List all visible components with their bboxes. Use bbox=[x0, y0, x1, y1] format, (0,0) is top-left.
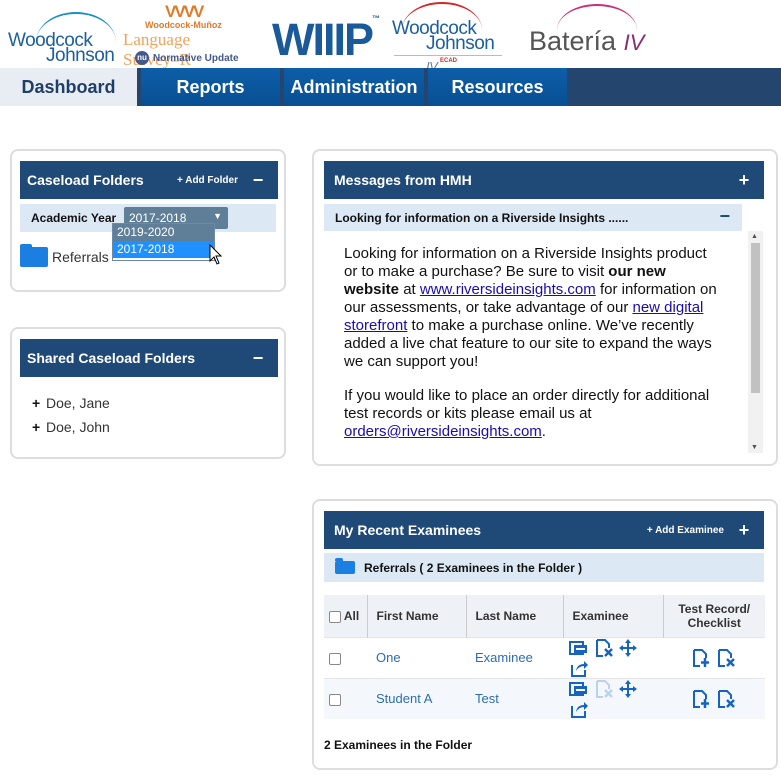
wm-line3: Normative Update bbox=[153, 53, 239, 64]
row-checkbox[interactable] bbox=[329, 652, 341, 665]
first-name-cell[interactable]: Student A bbox=[367, 677, 466, 719]
table-header: All First Name Last Name Examinee Test R… bbox=[324, 595, 765, 637]
delete-examinee-icon[interactable] bbox=[594, 638, 614, 658]
messages-panel: Messages from HMH + Looking for informat… bbox=[312, 149, 778, 466]
record-actions bbox=[663, 677, 765, 719]
expand-button[interactable]: + bbox=[734, 521, 754, 539]
move-examinee-icon[interactable] bbox=[618, 638, 638, 658]
share-examinee-icon[interactable] bbox=[569, 658, 589, 678]
nu-badge-icon: nu bbox=[135, 51, 149, 65]
website-link[interactable]: www.riversideinsights.com bbox=[420, 281, 596, 298]
shared-header: Shared Caseload Folders − bbox=[20, 339, 278, 377]
message-body: Looking for information on a Riverside I… bbox=[344, 245, 724, 457]
first-name-header[interactable]: First Name bbox=[367, 595, 467, 637]
edit-examinee-icon[interactable] bbox=[569, 679, 589, 699]
year-option[interactable]: 2019-2020 bbox=[113, 224, 214, 241]
tab-administration[interactable]: Administration bbox=[284, 68, 424, 106]
examinee-table: All First Name Last Name Examinee Test R… bbox=[324, 595, 765, 719]
messages-header: Messages from HMH + bbox=[324, 161, 764, 199]
folder-referrals-row[interactable]: Referrals ( 2 Examinees in the Folder ) bbox=[324, 553, 764, 582]
academic-year-label: Academic Year bbox=[31, 211, 117, 225]
examinee-actions bbox=[563, 636, 663, 678]
tab-resources[interactable]: Resources bbox=[428, 68, 567, 106]
select-all-checkbox[interactable] bbox=[329, 610, 341, 623]
shared-caseload-panel: Shared Caseload Folders − + Doe, Jane + … bbox=[10, 327, 286, 459]
delete-examinee-icon bbox=[595, 679, 613, 698]
shared-title: Shared Caseload Folders bbox=[27, 350, 196, 366]
folder-label: Referrals bbox=[52, 249, 109, 265]
bateria-text: Batería IV bbox=[529, 26, 645, 56]
scroll-up-icon[interactable]: ▲ bbox=[751, 233, 758, 240]
collapse-button[interactable]: − bbox=[719, 206, 730, 227]
add-examinee-button[interactable]: + Add Examinee bbox=[647, 525, 724, 536]
collapse-button[interactable]: − bbox=[248, 171, 268, 189]
scrollbar-thumb[interactable] bbox=[751, 243, 760, 393]
share-examinee-icon[interactable] bbox=[569, 699, 589, 719]
edit-examinee-icon[interactable] bbox=[569, 638, 589, 658]
folder-label: Referrals ( 2 Examinees in the Folder ) bbox=[364, 560, 583, 575]
year-option-selected[interactable]: 2017-2018 bbox=[113, 241, 214, 258]
table-row: Student A Test bbox=[324, 677, 765, 719]
caseload-header: Caseload Folders + Add Folder − bbox=[20, 161, 278, 199]
bateria-iv-logo[interactable]: Batería IV bbox=[527, 4, 647, 64]
recent-examinees-panel: My Recent Examinees + Add Examinee + Ref… bbox=[312, 499, 778, 770]
last-name-cell[interactable]: Examinee bbox=[466, 636, 563, 678]
tab-reports[interactable]: Reports bbox=[141, 68, 280, 106]
tab-dashboard[interactable]: Dashboard bbox=[0, 68, 137, 106]
wm-mark-icon: VVVV bbox=[165, 2, 204, 21]
move-examinee-icon[interactable] bbox=[618, 679, 638, 699]
woodcock-johnson-iv-ecad-logo[interactable]: Woodcock Johnson IV ECAD bbox=[392, 2, 507, 74]
test-record-header: Test Record/Checklist bbox=[663, 595, 765, 637]
last-name-header[interactable]: Last Name bbox=[466, 595, 564, 637]
add-record-icon[interactable] bbox=[691, 648, 711, 668]
examinee-count: 2 Examinees in the Folder bbox=[324, 738, 473, 752]
shared-item-label: Doe, John bbox=[46, 419, 110, 435]
last-name-cell[interactable]: Test bbox=[466, 677, 563, 719]
collapse-button[interactable]: − bbox=[248, 349, 268, 367]
message-paragraph: Looking for information on a Riverside I… bbox=[344, 245, 717, 370]
folder-icon bbox=[335, 558, 355, 574]
record-actions bbox=[663, 636, 765, 678]
wiiip-logo[interactable]: WIIIP™ bbox=[272, 14, 380, 66]
delete-record-icon[interactable] bbox=[716, 689, 736, 709]
folder-icon bbox=[20, 244, 48, 267]
select-all-header: All bbox=[324, 595, 368, 637]
shared-item[interactable]: + Doe, Jane bbox=[32, 395, 110, 411]
message-paragraph: If you would like to place an order dire… bbox=[344, 387, 710, 440]
shared-item-label: Doe, Jane bbox=[46, 395, 110, 411]
examinee-actions bbox=[563, 677, 663, 719]
shared-item[interactable]: + Doe, John bbox=[32, 419, 110, 435]
main-nav: Dashboard Reports Administration Resourc… bbox=[0, 68, 781, 106]
email-link[interactable]: orders@riversideinsights.com bbox=[344, 423, 542, 440]
caseload-folders-panel: Caseload Folders + Add Folder − Academic… bbox=[10, 149, 286, 292]
message-subject[interactable]: Looking for information on a Riverside I… bbox=[324, 204, 742, 231]
recent-header: My Recent Examinees + Add Examinee + bbox=[324, 511, 764, 549]
woodcock-munoz-logo[interactable]: VVVV Woodcock-Muñoz Language Survey–R nu… bbox=[123, 2, 248, 69]
caseload-title: Caseload Folders bbox=[27, 172, 144, 188]
add-record-icon[interactable] bbox=[691, 689, 711, 709]
table-row: One Examinee bbox=[324, 636, 765, 678]
messages-title: Messages from HMH bbox=[334, 172, 472, 188]
expand-button[interactable]: + bbox=[734, 171, 754, 189]
message-subject-text: Looking for information on a Riverside I… bbox=[335, 211, 629, 225]
mouse-cursor-icon bbox=[209, 244, 223, 265]
examinee-header: Examinee bbox=[563, 595, 664, 637]
logo-bar: Woodcock Johnson IV VVVV Woodcock-Muñoz … bbox=[0, 0, 781, 86]
plus-icon: + bbox=[32, 395, 41, 411]
logo-subtitle: ECAD bbox=[440, 58, 458, 64]
wm-line1: Woodcock-Muñoz bbox=[145, 20, 222, 30]
chevron-down-icon: ▼ bbox=[213, 211, 222, 221]
recent-title: My Recent Examinees bbox=[334, 522, 482, 538]
plus-icon: + bbox=[32, 419, 41, 435]
row-checkbox[interactable] bbox=[329, 693, 341, 706]
academic-year-options: 2019-2020 2017-2018 bbox=[112, 223, 215, 261]
logo-divider bbox=[394, 55, 502, 56]
woodcock-johnson-iv-logo[interactable]: Woodcock Johnson IV bbox=[8, 12, 123, 86]
delete-record-icon[interactable] bbox=[716, 648, 736, 668]
add-folder-button[interactable]: + Add Folder bbox=[177, 175, 238, 186]
scroll-down-icon[interactable]: ▼ bbox=[751, 444, 758, 451]
folder-referrals[interactable]: Referrals bbox=[20, 244, 109, 267]
message-scrollbar[interactable]: ▲ ▼ bbox=[748, 231, 763, 453]
first-name-cell[interactable]: One bbox=[367, 636, 466, 678]
